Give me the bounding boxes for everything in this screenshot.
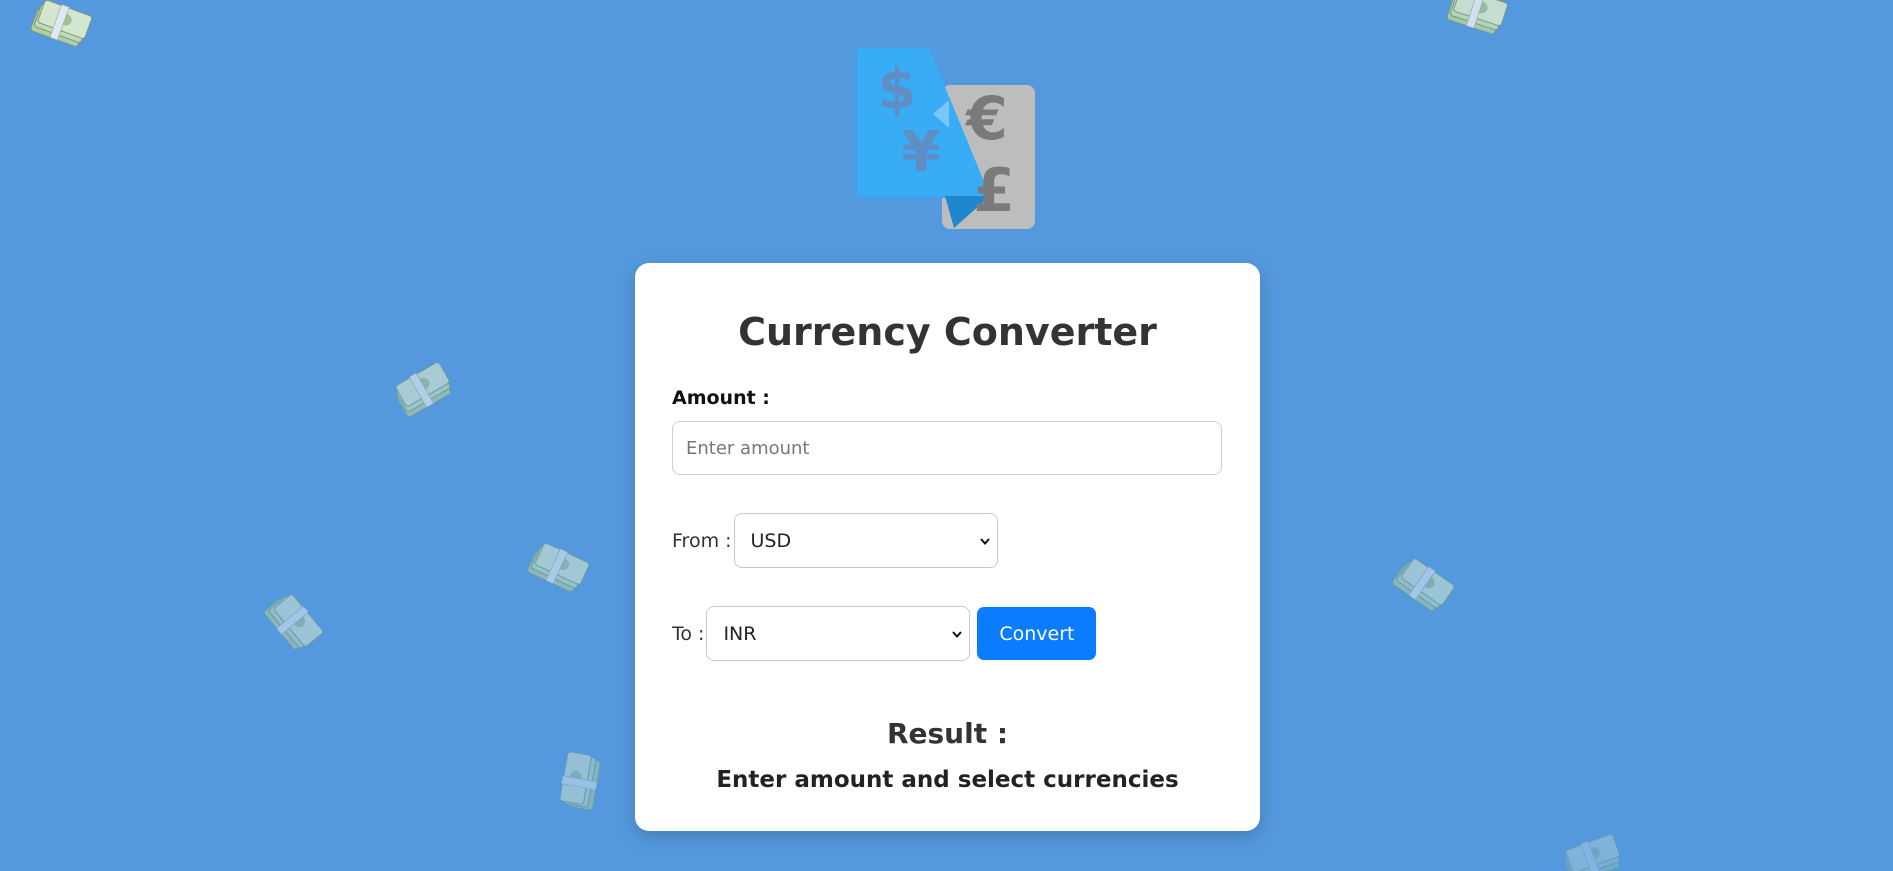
- amount-label: Amount :: [672, 387, 770, 409]
- money-stack-icon: [554, 749, 608, 816]
- amount-input[interactable]: [672, 421, 1222, 475]
- from-row: From : USD: [672, 513, 1223, 568]
- result-text: Enter amount and select currencies: [716, 767, 1179, 793]
- result-title: Result :: [886, 717, 1009, 750]
- svg-text:$: $: [878, 57, 917, 122]
- money-stack-icon: [1441, 0, 1512, 42]
- from-label: From :: [672, 529, 732, 552]
- currency-exchange-icon: $ ¥ € £: [857, 48, 1037, 230]
- svg-text:£: £: [973, 156, 1015, 226]
- to-currency-select[interactable]: INR: [706, 606, 971, 661]
- from-currency-value: USD: [750, 529, 792, 552]
- money-stack-icon: [1556, 829, 1627, 871]
- money-stack-icon: [256, 585, 328, 659]
- money-stack-icon: [386, 357, 460, 425]
- chevron-down-icon: [979, 537, 990, 545]
- to-currency-value: INR: [723, 622, 757, 645]
- money-stack-icon: [1385, 550, 1459, 620]
- converter-card: Currency Converter Amount : From : USD T…: [635, 263, 1260, 831]
- to-row: To : INR Convert: [672, 606, 1223, 661]
- svg-text:¥: ¥: [902, 120, 941, 185]
- chevron-down-icon: [952, 630, 963, 638]
- to-label: To :: [672, 622, 705, 645]
- from-currency-select[interactable]: USD: [733, 513, 998, 568]
- money-stack-icon: [521, 535, 594, 600]
- money-stack-icon: [24, 0, 95, 55]
- svg-text:€: €: [964, 84, 1008, 154]
- page-title: Currency Converter: [738, 310, 1157, 354]
- convert-button[interactable]: Convert: [977, 607, 1097, 660]
